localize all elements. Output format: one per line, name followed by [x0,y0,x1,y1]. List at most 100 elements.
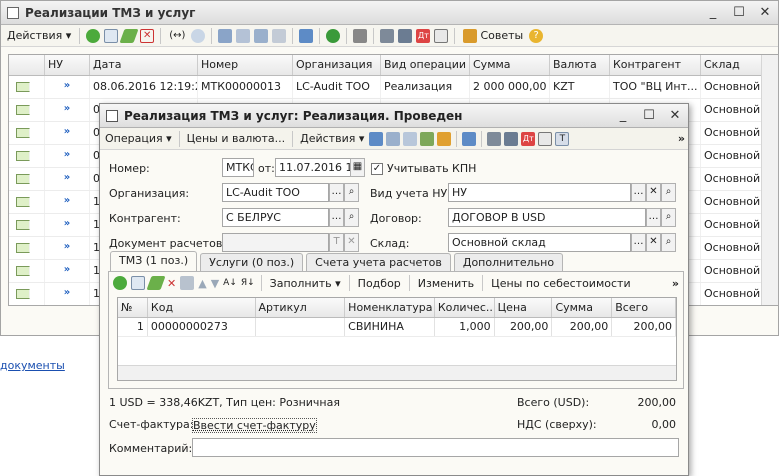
col-nom[interactable]: Номенклатура [345,298,435,317]
col-qty[interactable]: Количес... [435,298,495,317]
col-n[interactable]: № [118,298,148,317]
move-up-icon[interactable]: ▲ [198,277,206,290]
calendar-icon[interactable]: ▦ [350,158,365,177]
col-org[interactable]: Организация [293,55,381,75]
minimize-icon[interactable]: _ [616,108,630,123]
select-dots-icon[interactable]: … [631,183,646,202]
col-cur[interactable]: Валюта [550,55,610,75]
sort-desc-icon[interactable]: Я↓ [241,278,255,288]
close-icon[interactable]: ✕ [668,108,682,123]
unpost-icon[interactable] [437,131,452,146]
col-price[interactable]: Цена [495,298,553,317]
print-icon[interactable] [353,28,368,43]
tab-accounts[interactable]: Счета учета расчетов [306,253,451,271]
post-and-close-icon[interactable] [369,131,384,146]
goto-icon[interactable] [462,131,477,146]
podbor-button[interactable]: Подбор [356,274,403,292]
col-art[interactable]: Артикул [256,298,346,317]
dt-kt-icon[interactable]: Дт [416,28,431,43]
search-icon[interactable]: ⌕ [344,183,359,202]
filter-off-icon[interactable] [272,28,287,43]
kpn-checkbox[interactable]: ✓ Учитывать КПН [371,162,476,175]
change-button[interactable]: Изменить [416,274,476,292]
add-icon[interactable] [86,28,101,43]
search-icon[interactable]: ⌕ [661,183,676,202]
tab-additional[interactable]: Дополнительно [453,253,564,271]
actions-menu[interactable]: Действия ▾ [298,130,366,148]
save-icon[interactable] [386,131,401,146]
contr-field[interactable]: С БЕЛРУС [222,208,329,227]
tab-tmz[interactable]: ТМЗ (1 поз.) [110,251,198,271]
col-icon[interactable] [9,55,45,75]
tab-services[interactable]: Услуги (0 поз.) [200,253,304,271]
org-field[interactable]: LC-Audit ТОО [222,183,329,202]
tax-icon[interactable]: T [555,131,570,146]
fill-menu[interactable]: Заполнить ▾ [268,274,343,292]
search-icon[interactable]: ⌕ [344,208,359,227]
refresh-icon[interactable] [326,28,341,43]
copy-icon[interactable] [104,28,119,43]
col-sklad[interactable]: Склад [701,55,763,75]
delete-icon[interactable]: ✕ [140,28,155,43]
col-op[interactable]: Вид операции [381,55,470,75]
col-contr[interactable]: Контрагент [610,55,701,75]
help-icon[interactable]: ? [529,28,544,43]
toolbar-more-icon[interactable]: » [672,277,679,290]
close-icon[interactable]: ✕ [758,5,772,20]
edit-icon[interactable] [146,276,166,290]
copy-icon[interactable] [131,276,145,290]
grid-scrollbar[interactable] [761,55,778,305]
move-down-icon[interactable]: ▼ [211,277,219,290]
filter-icon[interactable] [218,28,233,43]
clear-icon[interactable]: ✕ [646,233,661,252]
actions-menu[interactable]: Действия ▾ [5,27,73,45]
prices-cost-button[interactable]: Цены по себестоимости [489,274,632,292]
col-sum[interactable]: Сумма [470,55,550,75]
post-icon[interactable]: (↔) [167,27,187,45]
structure-icon[interactable] [487,131,502,146]
select-dots-icon[interactable]: … [631,233,646,252]
filter-dropdown-icon[interactable] [254,28,269,43]
reread-icon[interactable] [403,131,418,146]
advice-button[interactable]: Советы [461,27,525,45]
select-dots-icon[interactable]: … [646,208,661,227]
edit-icon[interactable] [119,28,139,43]
search-icon[interactable]: ⌕ [661,208,676,227]
docrasch-field[interactable] [222,233,329,252]
col-number[interactable]: Номер [198,55,293,75]
date-field[interactable]: 11.07.2016 10 [275,158,352,177]
goto-icon[interactable] [299,28,314,43]
col-date[interactable]: Дата [90,55,198,75]
end-edit-icon[interactable] [180,276,195,290]
clear-icon[interactable]: ✕ [344,233,359,252]
list-settings-icon[interactable] [504,131,519,146]
comment-field[interactable] [192,438,679,457]
maximize-icon[interactable]: ☐ [642,108,656,123]
col-nu[interactable]: НУ [45,55,90,75]
uchet-field[interactable]: НУ [448,183,631,202]
prices-currency-button[interactable]: Цены и валюта... [185,130,287,148]
col-code[interactable]: Код [148,298,256,317]
table-row[interactable]: 1 00000000273 СВИНИНА 1,000 200,00 200,0… [118,318,676,337]
search-icon[interactable]: ⌕ [661,233,676,252]
number-field[interactable]: МТКС [222,158,254,177]
maximize-icon[interactable]: ☐ [732,5,746,20]
dogovor-field[interactable]: ДОГОВОР В USD [448,208,646,227]
items-hscrollbar[interactable] [118,365,676,380]
dt-kt-icon[interactable]: Дт [521,131,536,146]
minimize-icon[interactable]: _ [706,5,720,20]
search-icon[interactable] [191,28,206,43]
list-settings-icon[interactable] [380,28,395,43]
structure-icon[interactable] [398,28,413,43]
toolbar-more-icon[interactable]: » [678,132,685,145]
table-row[interactable]: » 08.06.2016 12:19:24 МТК00000013 LC-Aud… [9,76,778,99]
operation-menu[interactable]: Операция ▾ [103,130,174,148]
documents-link[interactable]: документы [0,359,65,372]
col-total[interactable]: Всего [612,298,676,317]
select-dots-icon[interactable]: … [329,183,344,202]
sklad-field[interactable]: Основной склад [448,233,631,252]
invoice-link[interactable]: Ввести счет-фактуру [192,418,317,433]
delete-icon[interactable]: ✕ [167,277,176,290]
report-icon[interactable] [538,131,553,146]
col-sum[interactable]: Сумма [552,298,613,317]
